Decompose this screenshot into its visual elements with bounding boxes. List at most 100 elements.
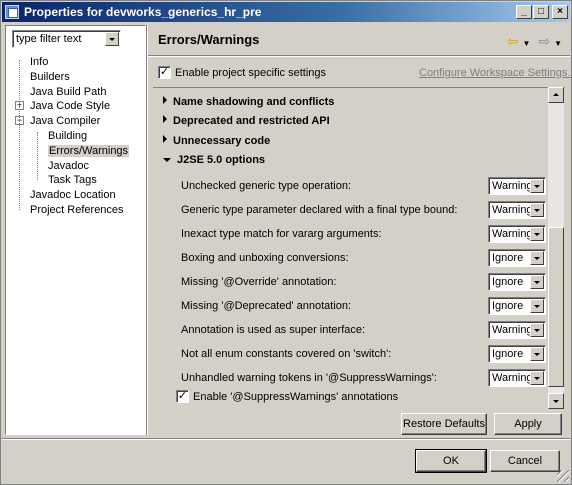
tree-item[interactable]: Project References [30,203,124,217]
footer-separator [2,438,570,440]
collapsed-triangle-icon [163,96,167,104]
filter-dropdown-button[interactable] [105,32,119,46]
dropdown-button[interactable] [530,203,544,217]
close-button[interactable]: × [552,5,568,19]
restore-defaults-button[interactable]: Restore Defaults [401,413,487,435]
tree-guide-line [19,60,20,210]
tree-item[interactable]: Builders [30,70,70,84]
severity-value: Warning [492,228,533,240]
severity-value: Ignore [492,276,524,288]
tree-item-label: Errors/Warnings [48,145,130,157]
minimize-button[interactable]: _ [516,5,532,19]
chevron-down-icon [534,329,540,332]
vertical-scrollbar[interactable] [548,87,564,409]
apply-button[interactable]: Apply [494,413,562,435]
scroll-thumb[interactable] [548,227,564,387]
chevron-up-icon [553,93,559,96]
back-arrow-icon[interactable]: ⇦ [507,33,519,50]
tree-item[interactable]: Java Build Path [30,85,106,99]
tree-item-label: Project References [30,204,124,216]
option-label: Boxing and unboxing conversions: [181,252,349,264]
dropdown-button[interactable] [530,299,544,313]
history-nav: ⇦ ▼ ⇨ ▼ [503,33,562,50]
enable-project-settings-label: Enable project specific settings [175,67,327,79]
maximize-button[interactable]: □ [533,5,549,19]
resize-grip[interactable] [557,470,569,482]
section-header[interactable]: Name shadowing and conflicts [163,96,334,108]
tree-guide-line [37,132,38,180]
enable-project-settings-checkbox[interactable]: ✓ [158,66,171,79]
severity-select[interactable]: Warning [488,201,546,219]
dropdown-button[interactable] [530,371,544,385]
dropdown-button[interactable] [530,251,544,265]
severity-value: Ignore [492,252,524,264]
tree-item[interactable]: Building [48,129,87,143]
tree-item[interactable]: Errors/Warnings [48,144,130,158]
title-separator [148,55,570,57]
severity-select[interactable]: Warning [488,225,546,243]
severity-value: Warning [492,372,533,384]
cancel-button[interactable]: Cancel [490,450,560,472]
option-label: Annotation is used as super interface: [181,324,366,336]
chevron-down-icon [534,209,540,212]
suppress-warnings-label: Enable '@SuppressWarnings' annotations [193,391,399,403]
section-header[interactable]: J2SE 5.0 options [163,154,265,166]
window-icon [5,5,19,19]
severity-value: Warning [492,204,533,216]
severity-select[interactable]: Ignore [488,345,546,363]
filter-input[interactable]: type filter text [16,33,81,45]
chevron-down-icon [534,257,540,260]
option-label: Unhandled warning tokens in '@SuppressWa… [181,372,437,384]
forward-arrow-icon[interactable]: ⇨ [538,33,550,50]
tree-item[interactable]: Info [30,55,48,69]
forward-menu-icon[interactable]: ▼ [554,39,562,48]
configure-workspace-link[interactable]: Configure Workspace Settings... [419,67,572,79]
tree-item[interactable]: Javadoc Location [30,188,116,202]
page-title: Errors/Warnings [158,32,260,47]
severity-select[interactable]: Ignore [488,273,546,291]
option-label: Generic type parameter declared with a f… [181,204,458,216]
scroll-down-button[interactable] [548,393,564,409]
tree-item[interactable]: Task Tags [48,173,97,187]
section-header[interactable]: Deprecated and restricted API [163,115,330,127]
filter-combo[interactable]: type filter text [12,30,121,48]
tree-item[interactable]: Javadoc [48,159,89,173]
dropdown-button[interactable] [530,323,544,337]
options-panel: Name shadowing and conflicts Deprecated a… [153,87,565,409]
chevron-down-icon [534,305,540,308]
ok-button[interactable]: OK [415,449,487,473]
dropdown-button[interactable] [530,227,544,241]
title-bar[interactable]: Properties for devworks_generics_hr_pre … [2,2,570,22]
severity-select[interactable]: Warning [488,369,546,387]
collapsed-triangle-icon [163,115,167,123]
tree-item[interactable]: Java Code Style [30,99,110,113]
chevron-down-icon [534,377,540,380]
option-label: Missing '@Override' annotation: [181,276,337,288]
tree-item[interactable]: Java Compiler [30,114,100,128]
severity-select[interactable]: Warning [488,177,546,195]
settings-pane: Errors/Warnings ⇦ ▼ ⇨ ▼ ✓ Enable project s… [148,25,572,435]
suppress-warnings-checkbox[interactable]: ✓ [176,390,189,403]
severity-value: Ignore [492,300,524,312]
expanded-triangle-icon [163,158,171,162]
scroll-up-button[interactable] [548,87,564,103]
section-header[interactable]: Unnecessary code [163,135,270,147]
option-label: Missing '@Deprecated' annotation: [181,300,352,312]
tree-item-label: Java Compiler [30,115,101,127]
chevron-down-icon [534,281,540,284]
dropdown-button[interactable] [530,275,544,289]
tree-item-label: Javadoc [48,160,89,172]
chevron-down-icon [109,38,115,41]
back-menu-icon[interactable]: ▼ [523,39,531,48]
section-label: Name shadowing and conflicts [173,96,335,108]
dropdown-button[interactable] [530,347,544,361]
severity-select[interactable]: Ignore [488,297,546,315]
severity-value: Warning [492,324,533,336]
option-label: Unchecked generic type operation: [181,180,351,192]
tree-item-label: Java Code Style [30,100,111,112]
severity-select[interactable]: Warning [488,321,546,339]
dropdown-button[interactable] [530,179,544,193]
tree-item-label: Task Tags [48,174,97,186]
option-label: Inexact type match for vararg arguments: [181,228,382,240]
severity-select[interactable]: Ignore [488,249,546,267]
